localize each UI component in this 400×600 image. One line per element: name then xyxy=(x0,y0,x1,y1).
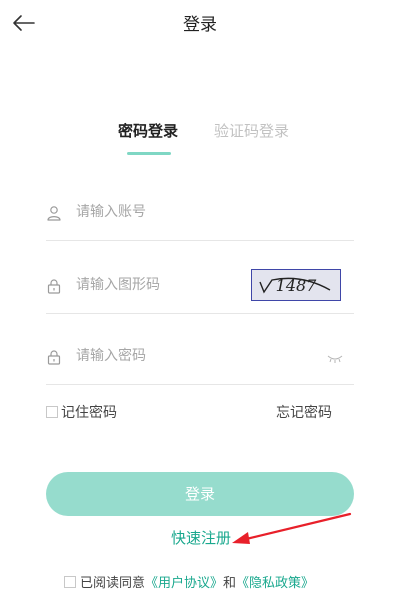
password-field-row xyxy=(46,336,354,385)
account-input[interactable] xyxy=(76,200,266,224)
user-agreement-link[interactable]: 《用户协议》 xyxy=(145,572,223,591)
page-title: 登录 xyxy=(183,15,217,35)
agreement-line: 已阅读同意 《用户协议》 和 《隐私政策》 xyxy=(64,572,314,591)
eye-closed-icon[interactable] xyxy=(326,350,344,364)
lock-icon xyxy=(46,278,62,294)
captcha-input[interactable] xyxy=(76,273,266,297)
active-tab-indicator xyxy=(127,152,171,155)
forgot-password-link[interactable]: 忘记密码 xyxy=(276,402,332,422)
captcha-text: 1487 xyxy=(276,276,318,295)
tab-password-login[interactable]: 密码登录 xyxy=(118,120,178,141)
password-input[interactable] xyxy=(76,344,266,368)
agreement-and: 和 xyxy=(223,576,237,591)
account-field-row xyxy=(46,192,354,241)
user-icon xyxy=(46,205,62,221)
annotation-arrow-icon xyxy=(228,508,358,548)
agreement-checkbox[interactable] xyxy=(64,575,76,588)
captcha-field-row: 1487 xyxy=(46,265,354,314)
lock-icon xyxy=(46,349,62,365)
remember-password-checkbox[interactable] xyxy=(46,406,58,418)
agreement-prefix: 已阅读同意 xyxy=(80,576,146,591)
tab-sms-login[interactable]: 验证码登录 xyxy=(214,120,289,141)
captcha-image[interactable]: 1487 xyxy=(251,269,341,301)
quick-register-link[interactable]: 快速注册 xyxy=(171,527,231,548)
privacy-policy-link[interactable]: 《隐私政策》 xyxy=(236,572,314,591)
remember-password-option[interactable]: 记住密码 xyxy=(46,402,117,422)
remember-password-label: 记住密码 xyxy=(61,405,117,421)
